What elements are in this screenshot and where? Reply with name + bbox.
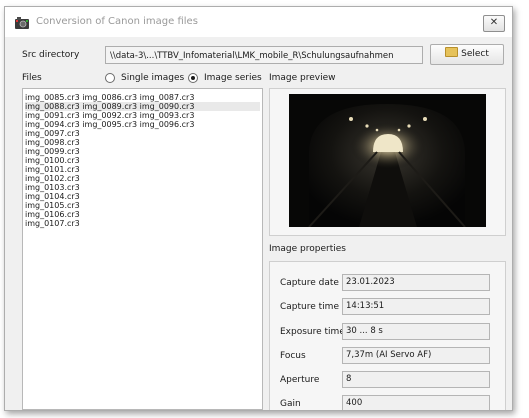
close-icon: ✕ — [489, 17, 499, 28]
title-bar[interactable]: Conversion of Canon image files ✕ — [5, 7, 512, 37]
files-label: Files — [22, 73, 42, 83]
list-item[interactable]: img_0105.cr3 — [25, 201, 80, 210]
exposure-time-label: Exposure time — [280, 327, 345, 337]
aperture-label: Aperture — [280, 375, 320, 385]
aperture-field: 8 — [342, 371, 490, 388]
gain-label: Gain — [280, 399, 301, 409]
select-button-label: Select — [461, 49, 489, 59]
capture-date-label: Capture date — [280, 278, 339, 288]
gain-field: 400 — [342, 395, 490, 410]
window-title: Conversion of Canon image files — [36, 16, 198, 27]
exposure-time-field: 30 ... 8 s — [342, 323, 490, 340]
list-item[interactable]: img_0098.cr3 — [25, 138, 80, 147]
image-properties-label: Image properties — [269, 244, 346, 254]
list-item[interactable]: img_0101.cr3 — [25, 165, 80, 174]
list-item[interactable]: img_0104.cr3 — [25, 192, 80, 201]
src-directory-label: Src directory — [22, 50, 80, 60]
single-images-label[interactable]: Single images — [121, 73, 184, 83]
files-list[interactable]: img_0085.cr3 img_0086.cr3 img_0087.cr3 i… — [22, 88, 263, 410]
tunnel-illustration — [289, 94, 486, 227]
list-item[interactable]: img_0097.cr3 — [25, 129, 80, 138]
image-preview-panel — [269, 88, 506, 236]
list-item-selected[interactable]: img_0088.cr3 img_0089.cr3 img_0090.cr3 — [25, 102, 260, 111]
list-item[interactable]: img_0107.cr3 — [25, 219, 80, 228]
list-item[interactable]: img_0103.cr3 — [25, 183, 80, 192]
image-properties-panel: Capture date 23.01.2023 Capture time 14:… — [269, 261, 506, 410]
image-preview-label: Image preview — [269, 73, 336, 83]
folder-icon — [445, 47, 459, 57]
single-images-radio[interactable] — [105, 73, 115, 83]
list-item[interactable]: img_0100.cr3 — [25, 156, 80, 165]
image-series-label[interactable]: Image series — [204, 73, 262, 83]
focus-label: Focus — [280, 351, 306, 361]
list-item[interactable]: img_0091.cr3 img_0092.cr3 img_0093.cr3 — [25, 111, 194, 120]
focus-field: 7,37m (AI Servo AF) — [342, 347, 490, 364]
tunnel-preview-image — [289, 94, 486, 227]
conversion-window: Conversion of Canon image files ✕ Src di… — [4, 6, 513, 411]
capture-time-field: 14:13:51 — [342, 298, 490, 315]
list-item[interactable]: img_0085.cr3 img_0086.cr3 img_0087.cr3 — [25, 93, 194, 102]
list-item[interactable]: img_0094.cr3 img_0095.cr3 img_0096.cr3 — [25, 120, 194, 129]
image-series-radio[interactable] — [188, 73, 198, 83]
select-button[interactable]: Select — [430, 44, 504, 65]
list-item[interactable]: img_0102.cr3 — [25, 174, 80, 183]
close-button[interactable]: ✕ — [483, 15, 505, 32]
capture-date-field: 23.01.2023 — [342, 274, 490, 291]
list-item[interactable]: img_0106.cr3 — [25, 210, 80, 219]
camera-icon — [15, 17, 29, 29]
list-item[interactable]: img_0099.cr3 — [25, 147, 80, 156]
capture-time-label: Capture time — [280, 302, 339, 312]
src-directory-field[interactable]: \\data-3\...\TTBV_Infomaterial\LMK_mobil… — [105, 46, 423, 64]
